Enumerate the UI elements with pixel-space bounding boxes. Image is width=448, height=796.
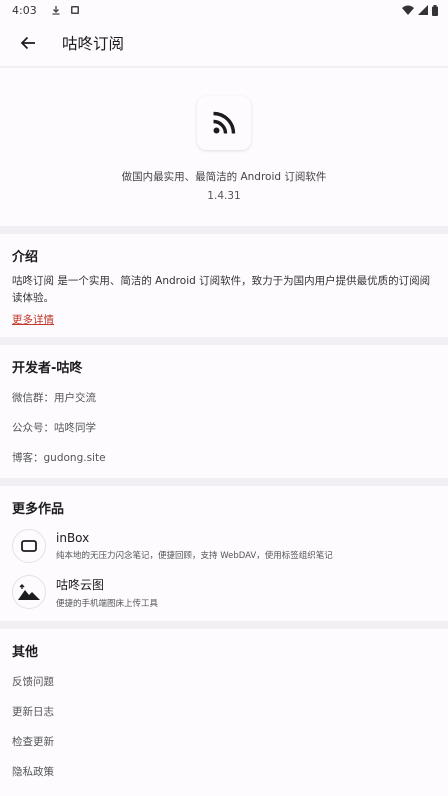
developer-section: 开发者-咕咚 微信群：用户交流 公众号：咕咚同学 博客：gudong.site — [0, 345, 448, 478]
wifi-icon — [402, 5, 414, 15]
app-description: 做国内最实用、最简洁的 Android 订阅软件 — [121, 171, 327, 183]
developer-title: 开发者-咕咚 — [12, 361, 83, 376]
status-bar: 4:03 — [0, 0, 448, 20]
signal-icon — [418, 5, 428, 15]
more-details-link[interactable]: 更多详情 — [12, 312, 54, 327]
other-item-feedback[interactable]: 反馈问题 — [12, 666, 436, 696]
back-button[interactable] — [16, 31, 40, 55]
download-icon — [52, 6, 60, 15]
rss-icon — [213, 111, 236, 134]
works-item-name: 咕咚云图 — [56, 577, 105, 592]
other-item-privacy-policy[interactable]: 隐私政策 — [12, 756, 436, 786]
other-section: 其他 反馈问题 更新日志 检查更新 隐私政策 开源许可 — [0, 629, 448, 796]
cloud-image-app-icon — [12, 575, 46, 609]
works-item-name: inBox — [56, 531, 90, 545]
other-item-open-source-licenses[interactable]: 开源许可 — [12, 786, 436, 796]
intro-body: 咕咚订阅 是一个实用、简洁的 Android 订阅软件，致力于为国内用户提供最优… — [12, 275, 431, 304]
battery-icon — [432, 4, 438, 16]
inbox-app-icon — [12, 529, 46, 563]
developer-item-wechat-group[interactable]: 微信群：用户交流 — [12, 382, 436, 412]
app-info-header: 做国内最实用、最简洁的 Android 订阅软件 1.4.31 — [0, 68, 448, 226]
app-bar: 咕咚订阅 — [0, 20, 448, 66]
page-title: 咕咚订阅 — [62, 35, 125, 53]
intro-title: 介绍 — [12, 250, 39, 265]
photo-icon — [70, 6, 79, 14]
status-time: 4:03 — [12, 3, 37, 17]
other-item-check-update[interactable]: 检查更新 — [12, 726, 436, 756]
more-works-title: 更多作品 — [12, 502, 65, 517]
developer-item-blog[interactable]: 博客：gudong.site — [12, 442, 436, 472]
more-works-section: 更多作品 inBox 纯本地的无压力闪念笔记，便捷回顾，支持 WebDAV，使用… — [0, 486, 448, 621]
works-item-cloud-image[interactable]: 咕咚云图 便捷的手机端图床上传工具 — [12, 569, 436, 615]
other-item-changelog[interactable]: 更新日志 — [12, 696, 436, 726]
developer-item-official-account[interactable]: 公众号：咕咚同学 — [12, 412, 436, 442]
intro-section: 介绍 咕咚订阅 是一个实用、简洁的 Android 订阅软件，致力于为国内用户提… — [0, 234, 448, 337]
app-logo — [197, 96, 251, 150]
other-title: 其他 — [12, 645, 39, 660]
works-item-desc: 便捷的手机端图床上传工具 — [56, 598, 159, 609]
works-item-inbox[interactable]: inBox 纯本地的无压力闪念笔记，便捷回顾，支持 WebDAV，使用标签组织笔… — [12, 523, 436, 569]
app-version: 1.4.31 — [207, 190, 241, 202]
works-item-desc: 纯本地的无压力闪念笔记，便捷回顾，支持 WebDAV，使用标签组织笔记 — [56, 551, 333, 561]
arrow-back-icon — [20, 36, 35, 50]
